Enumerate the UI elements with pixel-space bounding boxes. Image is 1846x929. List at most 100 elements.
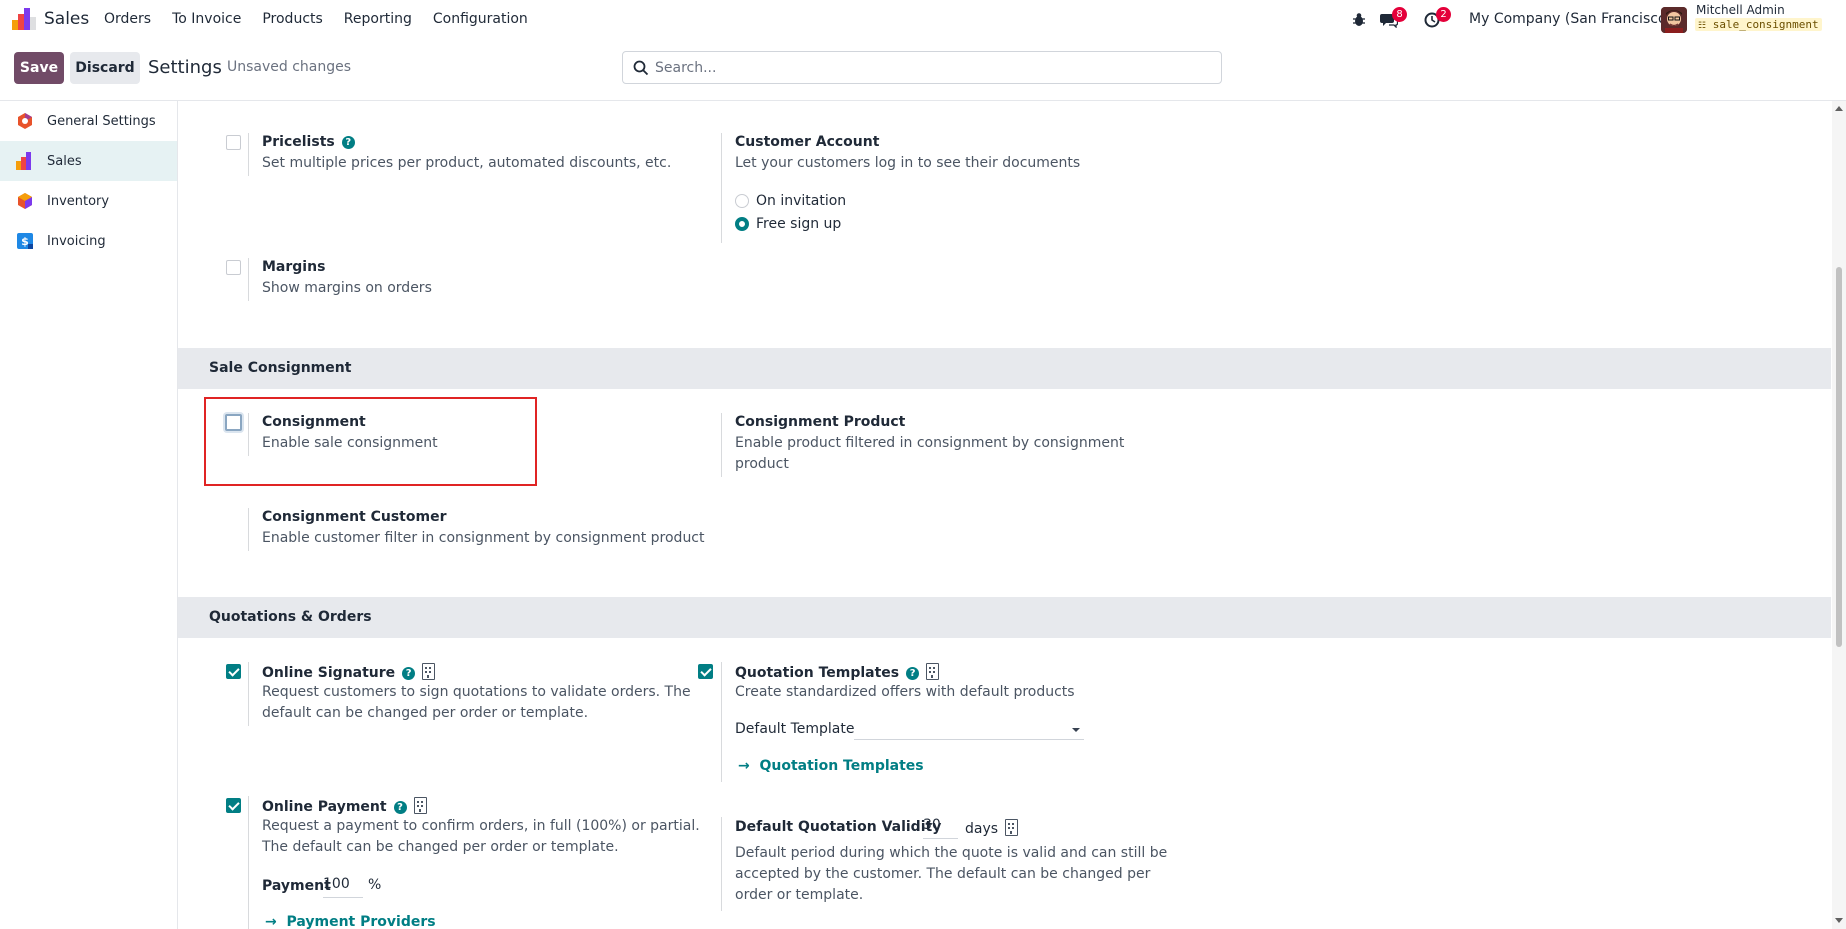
help-icon[interactable]: ? <box>341 136 355 149</box>
avatar-image-icon <box>1661 7 1687 33</box>
pricelists-checkbox[interactable] <box>226 135 241 150</box>
quotation-validity-description-line2: accepted by the customer. The default ca… <box>735 866 1151 882</box>
on-invitation-label[interactable]: On invitation <box>756 193 846 209</box>
settings-sidebar: General Settings Sales Inventory $ Invoi… <box>0 101 178 929</box>
setting-divider <box>721 133 722 243</box>
quotation-validity-description-line1: Default period during which the quote is… <box>735 845 1168 861</box>
consignment-product-description-line1: Enable product filtered in consignment b… <box>735 435 1125 451</box>
menu-item-configuration[interactable]: Configuration <box>433 11 528 27</box>
activities-badge: 2 <box>1436 7 1451 22</box>
quotation-templates-link[interactable]: → Quotation Templates <box>738 758 924 774</box>
payment-percentage-input[interactable]: 100 <box>323 876 363 898</box>
company-specific-building-icon <box>422 663 436 680</box>
sales-app-icon <box>16 152 31 170</box>
setting-divider <box>248 662 249 726</box>
payment-unit: % <box>368 877 382 893</box>
help-icon[interactable]: ? <box>906 667 920 680</box>
company-specific-building-icon <box>926 663 940 680</box>
customer-account-description: Let your customers log in to see their d… <box>735 155 1081 171</box>
scroll-down-arrow-icon[interactable] <box>1835 918 1843 923</box>
debug-bug-icon[interactable] <box>1352 12 1366 27</box>
quotation-templates-description: Create standardized offers with default … <box>735 684 1075 700</box>
discard-button[interactable]: Discard <box>70 52 140 84</box>
online-payment-title: Online Payment? <box>262 797 427 815</box>
on-invitation-radio[interactable] <box>735 194 749 208</box>
user-avatar[interactable] <box>1661 7 1687 33</box>
help-icon[interactable]: ? <box>393 801 407 814</box>
inventory-app-icon <box>18 193 32 209</box>
quotation-templates-title-text: Quotation Templates <box>735 665 900 681</box>
quotation-templates-link-text: Quotation Templates <box>759 758 924 774</box>
sidebar-item-inventory[interactable]: Inventory <box>0 181 177 221</box>
margins-checkbox[interactable] <box>226 260 241 275</box>
settings-content: Pricelists? Set multiple prices per prod… <box>178 101 1832 929</box>
quotation-templates-checkbox[interactable] <box>698 664 713 679</box>
search-box[interactable] <box>622 51 1222 84</box>
sidebar-item-sales[interactable]: Sales <box>0 141 177 181</box>
menu-item-reporting[interactable]: Reporting <box>344 11 412 27</box>
section-title: Quotations & Orders <box>209 609 372 625</box>
section-title: Sale Consignment <box>209 360 352 376</box>
general-settings-icon <box>18 113 32 129</box>
sales-app-icon[interactable] <box>12 8 36 30</box>
menu-item-orders[interactable]: Orders <box>104 11 151 27</box>
online-signature-title-text: Online Signature <box>262 665 396 681</box>
scroll-up-arrow-icon[interactable] <box>1835 106 1843 111</box>
main-menu: Orders To Invoice Products Reporting Con… <box>104 11 549 27</box>
online-signature-description-line2: default can be changed per order or temp… <box>262 705 589 721</box>
user-name[interactable]: Mitchell Admin <box>1696 3 1785 17</box>
online-signature-description-line1: Request customers to sign quotations to … <box>262 684 691 700</box>
online-payment-checkbox[interactable] <box>226 798 241 813</box>
database-name: ☷ sale_consignment <box>1695 18 1822 31</box>
setting-divider <box>721 662 722 782</box>
sidebar-item-label: Sales <box>47 153 82 169</box>
messages-badge: 8 <box>1392 7 1407 22</box>
online-signature-title: Online Signature? <box>262 663 436 681</box>
online-signature-checkbox[interactable] <box>226 664 241 679</box>
help-icon[interactable]: ? <box>402 667 416 680</box>
consignment-product-description-line2: product <box>735 456 789 472</box>
search-input[interactable] <box>655 58 1205 78</box>
online-payment-title-text: Online Payment <box>262 799 387 815</box>
menu-item-products[interactable]: Products <box>262 11 322 27</box>
scrollbar-thumb[interactable] <box>1836 267 1842 647</box>
pricelists-description: Set multiple prices per product, automat… <box>262 155 672 171</box>
quotation-validity-unit-text: days <box>965 821 999 837</box>
menu-item-to-invoice[interactable]: To Invoice <box>172 11 241 27</box>
sidebar-item-label: Inventory <box>47 193 110 209</box>
arrow-right-icon: → <box>738 758 750 774</box>
quotation-validity-description-line3: order or template. <box>735 887 864 903</box>
payment-providers-link[interactable]: → Payment Providers <box>265 914 436 929</box>
quotation-validity-days-input[interactable]: 30 <box>923 817 958 839</box>
setting-divider <box>721 413 722 477</box>
setting-divider <box>248 258 249 301</box>
consignment-product-title: Consignment Product <box>735 414 906 430</box>
sidebar-item-label: General Settings <box>47 113 156 129</box>
free-sign-up-radio[interactable] <box>735 217 749 231</box>
consignment-title: Consignment <box>262 414 366 430</box>
default-template-label: Default Template <box>735 721 855 737</box>
setting-divider <box>248 133 249 176</box>
consignment-description: Enable sale consignment <box>262 435 438 451</box>
default-template-select[interactable] <box>854 720 1084 740</box>
consignment-checkbox[interactable] <box>225 414 242 431</box>
payment-providers-link-text: Payment Providers <box>286 914 436 929</box>
setting-divider <box>721 817 722 911</box>
save-button[interactable]: Save <box>14 52 64 84</box>
invoicing-app-icon: $ <box>17 233 33 249</box>
free-sign-up-label[interactable]: Free sign up <box>756 216 841 232</box>
quotation-templates-title: Quotation Templates? <box>735 663 940 681</box>
consignment-customer-title: Consignment Customer <box>262 509 447 525</box>
breadcrumb-settings: Settings <box>148 57 222 78</box>
company-switcher[interactable]: My Company (San Francisco) <box>1469 11 1672 27</box>
sidebar-item-general-settings[interactable]: General Settings <box>0 101 177 141</box>
setting-divider <box>248 508 249 551</box>
quotation-validity-unit: days <box>965 819 1019 837</box>
setting-divider <box>248 413 249 456</box>
section-sale-consignment: Sale Consignment <box>178 348 1831 389</box>
sidebar-item-invoicing[interactable]: $ Invoicing <box>0 221 177 261</box>
content-scrollbar[interactable] <box>1832 101 1846 929</box>
search-icon <box>633 60 649 76</box>
app-name[interactable]: Sales <box>44 9 89 29</box>
quotation-validity-title: Default Quotation Validity <box>735 819 942 835</box>
